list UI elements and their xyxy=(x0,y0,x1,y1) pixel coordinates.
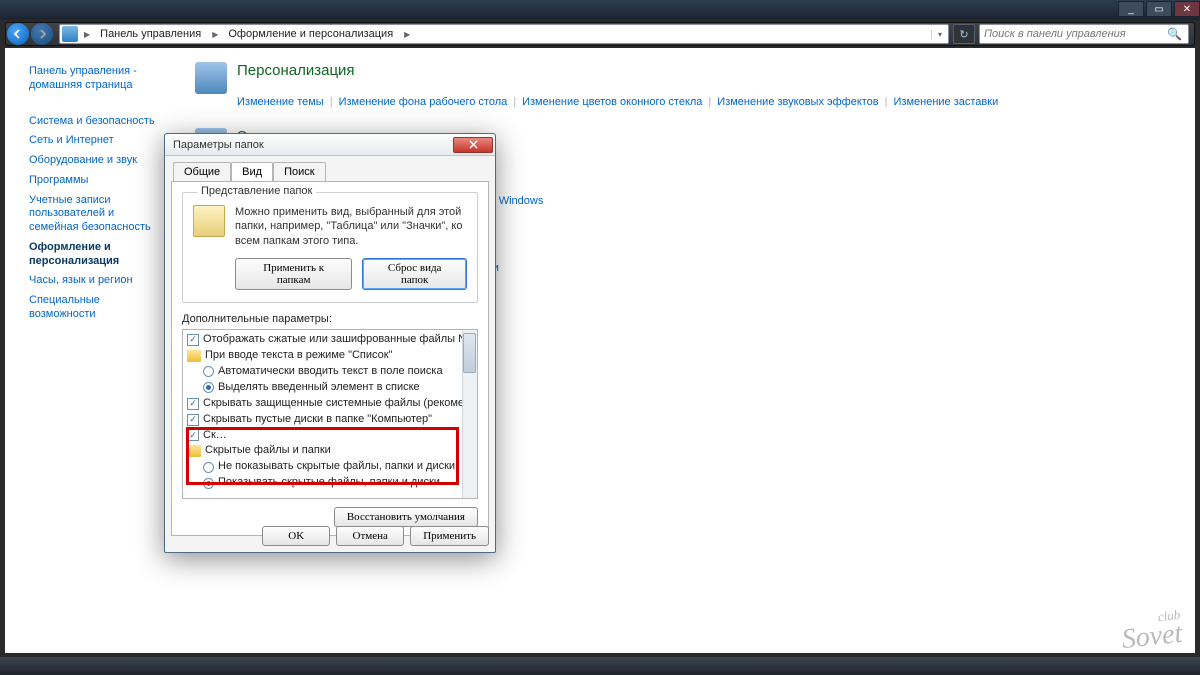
group-title: Представление папок xyxy=(197,185,316,197)
control-panel-sidebar: Панель управления - домашняя страница Си… xyxy=(5,48,170,653)
dialog-title: Параметры папок xyxy=(173,139,453,151)
radio-icon[interactable] xyxy=(203,382,214,393)
chevron-right-icon: ▶ xyxy=(208,30,222,39)
tree-label: Скрывать пустые диски в папке "Компьютер… xyxy=(203,412,432,428)
dialog-close-button[interactable] xyxy=(453,137,493,153)
tree-label: Отображать сжатые или зашифрованные файл… xyxy=(203,332,478,348)
arrow-left-icon xyxy=(13,29,23,39)
chevron-right-icon: ▶ xyxy=(80,30,94,39)
folder-icon xyxy=(187,350,201,362)
radio-icon[interactable] xyxy=(203,478,214,489)
tree-label: Скрывать защищенные системные файлы (рек… xyxy=(203,396,478,412)
tree-label: При вводе текста в режиме "Список" xyxy=(205,348,392,364)
minimize-button[interactable]: _ xyxy=(1118,1,1144,17)
tree-row[interactable]: ✓ Скрывать пустые диски в папке "Компьюте… xyxy=(187,412,475,428)
close-button[interactable]: ✕ xyxy=(1174,1,1200,17)
sidebar-item-system[interactable]: Система и безопасность xyxy=(5,112,170,132)
sidebar-item-users[interactable]: Учетные записи пользователей и семейная … xyxy=(5,191,170,238)
category-link[interactable]: Изменение заставки xyxy=(894,96,999,108)
category-icon xyxy=(195,62,227,94)
category-link[interactable]: Изменение фона рабочего стола xyxy=(339,96,508,108)
checkbox-icon[interactable]: ✓ xyxy=(187,398,199,410)
extra-params-label: Дополнительные параметры: xyxy=(182,313,478,325)
checkbox-icon[interactable]: ✓ xyxy=(187,429,199,441)
tree-row[interactable]: ✓ Отображать сжатые или зашифрованные фай… xyxy=(187,332,475,348)
dialog-titlebar[interactable]: Параметры папок xyxy=(165,134,495,156)
ok-button[interactable]: OK xyxy=(262,526,330,546)
radio-icon[interactable] xyxy=(203,366,214,377)
apply-to-folders-button[interactable]: Применить к папкам xyxy=(235,258,352,290)
refresh-button[interactable]: ↻ xyxy=(953,24,975,44)
close-icon xyxy=(469,140,478,149)
link-divider: | xyxy=(330,96,333,108)
tree-row[interactable]: ✓ Ск… xyxy=(187,428,475,444)
link-divider: | xyxy=(513,96,516,108)
sidebar-item-ease[interactable]: Специальные возможности xyxy=(5,291,170,325)
category-title[interactable]: Персонализация xyxy=(237,62,355,79)
dialog-tabs: Общие Вид Поиск xyxy=(173,162,495,181)
tab-view[interactable]: Вид xyxy=(231,162,273,181)
folder-options-dialog: Параметры папок Общие Вид Поиск Представ… xyxy=(164,133,496,553)
taskbar[interactable] xyxy=(0,657,1200,675)
folder-list-icon xyxy=(193,205,225,237)
explorer-navbar: ▶ Панель управления ▶ Оформление и персо… xyxy=(5,22,1195,46)
sidebar-item-hardware[interactable]: Оборудование и звук xyxy=(5,151,170,171)
tree-label: Не показывать скрытые файлы, папки и дис… xyxy=(218,459,455,475)
address-dropdown[interactable]: ▾ xyxy=(931,30,948,39)
tree-row[interactable]: Скрытые файлы и папки xyxy=(187,443,475,459)
search-box[interactable]: 🔍 xyxy=(979,24,1189,44)
tab-general[interactable]: Общие xyxy=(173,162,231,181)
scrollbar-thumb[interactable] xyxy=(463,333,476,373)
chevron-right-icon: ▶ xyxy=(400,30,414,39)
maximize-button[interactable]: ▭ xyxy=(1146,1,1172,17)
link-divider: | xyxy=(885,96,888,108)
reset-folders-button[interactable]: Сброс вида папок xyxy=(362,258,467,290)
forward-button[interactable] xyxy=(31,23,53,45)
search-icon: 🔍 xyxy=(1161,27,1188,41)
sidebar-home-link[interactable]: Панель управления - домашняя страница xyxy=(5,62,170,96)
tree-row[interactable]: Выделять введенный элемент в списке xyxy=(187,380,475,396)
watermark: club Sovet xyxy=(1120,609,1184,652)
checkbox-icon[interactable]: ✓ xyxy=(187,334,199,346)
breadcrumb-segment[interactable]: Панель управления xyxy=(94,28,208,40)
category: Персонализация Изменение темы | Изменение ф… xyxy=(195,62,1195,112)
tree-row[interactable]: При вводе текста в режиме "Список" xyxy=(187,348,475,364)
radio-icon[interactable] xyxy=(203,462,214,473)
tree-label: Выделять введенный элемент в списке xyxy=(218,380,420,396)
category-link[interactable]: Изменение темы xyxy=(237,96,324,108)
category-link[interactable]: Изменение звуковых эффектов xyxy=(717,96,878,108)
checkbox-icon[interactable]: ✓ xyxy=(187,414,199,426)
tree-row[interactable]: Автоматически вводить текст в поле поиск… xyxy=(187,364,475,380)
cancel-button[interactable]: Отмена xyxy=(336,526,404,546)
tree-label: Автоматически вводить текст в поле поиск… xyxy=(218,364,443,380)
category-link[interactable]: Изменение цветов оконного стекла xyxy=(522,96,702,108)
sidebar-item-network[interactable]: Сеть и Интернет xyxy=(5,131,170,151)
tree-row[interactable]: Показывать скрытые файлы, папки и диски xyxy=(187,475,475,491)
tree-label: Скрытые файлы и папки xyxy=(205,443,331,459)
tab-search[interactable]: Поиск xyxy=(273,162,325,181)
window-titlebar: _ ▭ ✕ xyxy=(0,0,1200,20)
address-bar[interactable]: ▶ Панель управления ▶ Оформление и персо… xyxy=(59,24,949,44)
folder-view-group: Представление папок Можно применить вид,… xyxy=(182,192,478,303)
apply-button[interactable]: Применить xyxy=(410,526,489,546)
group-text: Можно применить вид, выбранный для этой … xyxy=(235,205,467,248)
back-button[interactable] xyxy=(7,23,29,45)
tree-scrollbar[interactable] xyxy=(462,330,477,498)
folder-icon xyxy=(187,445,201,457)
link-divider: | xyxy=(708,96,711,108)
tree-label: Показывать скрытые файлы, папки и диски xyxy=(218,475,440,491)
advanced-settings-tree[interactable]: ✓ Отображать сжатые или зашифрованные фай… xyxy=(182,329,478,499)
tree-row[interactable]: ✓ Скрывать защищенные системные файлы (ре… xyxy=(187,396,475,412)
tree-label: Ск… xyxy=(203,428,227,444)
control-panel-icon xyxy=(62,26,78,42)
search-input[interactable] xyxy=(980,28,1161,40)
sidebar-item-programs[interactable]: Программы xyxy=(5,171,170,191)
sidebar-item-clock[interactable]: Часы, язык и регион xyxy=(5,271,170,291)
tree-row[interactable]: Не показывать скрытые файлы, папки и дис… xyxy=(187,459,475,475)
arrow-right-icon xyxy=(37,29,47,39)
breadcrumb-segment[interactable]: Оформление и персонализация xyxy=(222,28,400,40)
dialog-tab-body: Представление папок Можно применить вид,… xyxy=(171,181,489,536)
sidebar-item-appearance[interactable]: Оформление и персонализация xyxy=(5,238,170,272)
restore-defaults-button[interactable]: Восстановить умолчания xyxy=(334,507,478,527)
